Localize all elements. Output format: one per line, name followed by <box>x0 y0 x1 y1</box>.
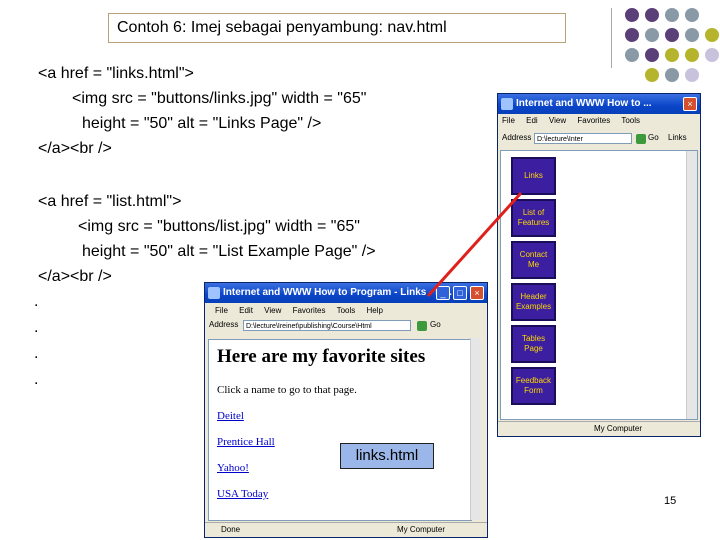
callout-arrow <box>426 191 523 298</box>
page-number: 15 <box>664 495 677 507</box>
arrow-line <box>426 191 523 298</box>
